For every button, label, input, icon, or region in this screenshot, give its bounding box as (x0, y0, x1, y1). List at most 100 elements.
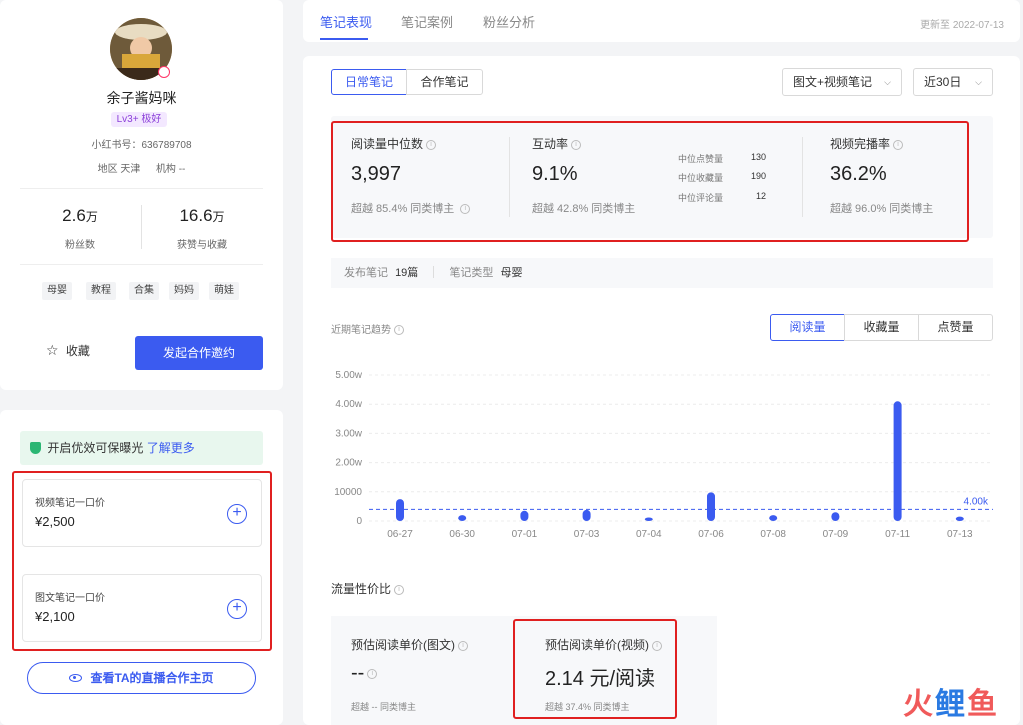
tab-fan-analysis[interactable]: 粉丝分析 (483, 12, 535, 31)
graphic-cost-value: -- i (351, 662, 378, 685)
video-cost-value: 2.14 元/阅读 (545, 668, 656, 690)
info-icon[interactable]: i (394, 584, 405, 595)
info-icon[interactable]: i (460, 204, 471, 215)
mini-metric-label: 中位评论量 (678, 193, 724, 203)
live-page-label: 查看TA的直播合作主页 (90, 671, 214, 685)
bar (520, 510, 529, 521)
trend-bar-chart: 0 10000 2.00w 3.00w 4.00w 5.00w 06-27 06-30 07-0… (334, 370, 993, 540)
tag-item[interactable]: 妈妈 (169, 282, 199, 300)
interaction-value: 9.1% (532, 163, 578, 185)
live-page-button[interactable]: 查看TA的直播合作主页 (27, 662, 256, 694)
xhs-id: 小红书号：636789708 (91, 140, 192, 151)
star-icon: ☆ (46, 342, 59, 358)
region-value: 天津 (120, 164, 141, 175)
daily-notes-toggle[interactable]: 日常笔记 (331, 69, 407, 95)
select-value: 近30日 (924, 75, 962, 89)
stat-divider (141, 205, 142, 249)
x-tick-label: 07-03 (574, 529, 600, 540)
region-label: 地区 (97, 164, 118, 175)
x-tick-label: 07-09 (823, 529, 849, 540)
metric-divider (802, 137, 803, 217)
fans-count: 2.6万 (62, 206, 98, 225)
notice-text: 开启优效可保曝光 (47, 441, 144, 455)
tag-item[interactable]: 母婴 (42, 282, 72, 300)
divider (20, 264, 263, 265)
watermark-char: 火 (903, 688, 935, 721)
graphic-cost-sub: 超越 -- 同类博主 (351, 702, 416, 712)
invite-button[interactable]: 发起合作邀约 (135, 336, 263, 370)
profile-name: 余子酱妈咪 (106, 90, 177, 106)
video-cost-sub: 超越 37.4% 同类博主 (545, 702, 630, 712)
metric-divider (509, 137, 510, 217)
info-icon[interactable]: i (571, 139, 582, 150)
note-type: 母婴 (500, 267, 523, 279)
gender-badge-icon (158, 66, 170, 78)
chevron-down-icon: ⌵ (975, 77, 982, 87)
interaction-title: 互动率 i (532, 135, 582, 152)
x-tick-label: 06-30 (449, 529, 475, 540)
y-tick-label: 5.00w (335, 370, 362, 381)
x-tick-label: 07-08 (760, 529, 786, 540)
content-type-select[interactable]: 图文+视频笔记 ⌵ (782, 68, 902, 96)
x-tick-label: 07-13 (947, 529, 973, 540)
x-tick-label: 07-06 (698, 529, 724, 540)
info-icon[interactable]: i (893, 139, 904, 150)
period-select[interactable]: 近30日 ⌵ (913, 68, 993, 96)
tab-note-performance[interactable]: 笔记表现 (320, 12, 372, 31)
info-icon[interactable]: i (367, 668, 378, 679)
add-circle-icon[interactable]: + (227, 504, 247, 524)
bar (893, 401, 902, 521)
active-tab-indicator (320, 38, 368, 40)
bar (769, 515, 778, 521)
tag-item[interactable]: 教程 (86, 282, 116, 300)
info-icon[interactable]: i (652, 640, 662, 651)
divider (20, 188, 263, 189)
metric-tab-likes[interactable]: 点赞量 (918, 314, 993, 341)
chevron-down-icon: ⌵ (884, 77, 891, 87)
learn-more-link[interactable]: 了解更多 (147, 441, 195, 455)
org-label: 机构 (155, 164, 176, 175)
likes-label: 获赞与收藏 (177, 240, 227, 251)
price-value: ¥2,100 (35, 609, 75, 624)
info-icon[interactable]: i (394, 325, 404, 336)
video-price-card: 视频笔记一口价 ¥2,500 + (22, 479, 262, 547)
region-info: 地区 天津 机构 -- (0, 160, 283, 175)
tabs-card: 笔记表现 笔记案例 粉丝分析 更新至 2022-07-13 (303, 0, 1020, 42)
price-value: ¥2,500 (35, 514, 75, 529)
note-type-label: 笔记类型 (449, 267, 494, 279)
y-tick-label: 3.00w (335, 428, 362, 439)
y-tick-label: 0 (356, 516, 362, 527)
mini-metric-label: 中位点赞量 (678, 154, 724, 164)
org-value: -- (178, 164, 186, 175)
info-icon[interactable]: i (426, 139, 437, 150)
completion-title: 视频完播率 i (830, 135, 904, 152)
price-label: 视频笔记一口价 (35, 498, 105, 509)
x-tick-label: 07-04 (636, 529, 662, 540)
add-circle-icon[interactable]: + (227, 599, 247, 619)
collab-notes-toggle[interactable]: 合作笔记 (406, 69, 483, 95)
publish-info-bar: 发布笔记 19篇 笔记类型 母婴 (331, 258, 993, 288)
watermark-logo: 火鲤鱼 (903, 679, 999, 723)
metric-tab-reads[interactable]: 阅读量 (770, 314, 845, 341)
y-tick-label: 10000 (334, 487, 362, 498)
bar (644, 517, 653, 521)
info-icon[interactable]: i (458, 640, 468, 651)
cost-title: 流量性价比 i (331, 580, 405, 597)
read-median-sub: 超越 85.4% 同类博主 i (351, 200, 471, 216)
bar (582, 509, 591, 521)
tab-note-cases[interactable]: 笔记案例 (401, 12, 453, 31)
profile-card: 余子酱妈咪 Lv3+ 极好 小红书号：636789708 地区 天津 机构 --… (0, 0, 283, 390)
shield-icon (30, 442, 41, 454)
favorite-label: 收藏 (65, 344, 90, 358)
x-tick-label: 07-11 (885, 529, 910, 540)
x-tick-label: 07-01 (512, 529, 538, 540)
favorite-button[interactable]: ☆ 收藏 (46, 342, 90, 359)
bar (831, 512, 840, 521)
graphic-cost-title: 预估阅读单价(图文) i (351, 636, 468, 653)
bar (458, 515, 467, 521)
tag-item[interactable]: 萌娃 (209, 282, 239, 300)
tag-item[interactable]: 合集 (129, 282, 159, 300)
read-median-title: 阅读量中位数 i (351, 135, 437, 152)
metric-tab-saves[interactable]: 收藏量 (844, 314, 919, 341)
level-badge: Lv3+ 极好 (111, 112, 167, 127)
